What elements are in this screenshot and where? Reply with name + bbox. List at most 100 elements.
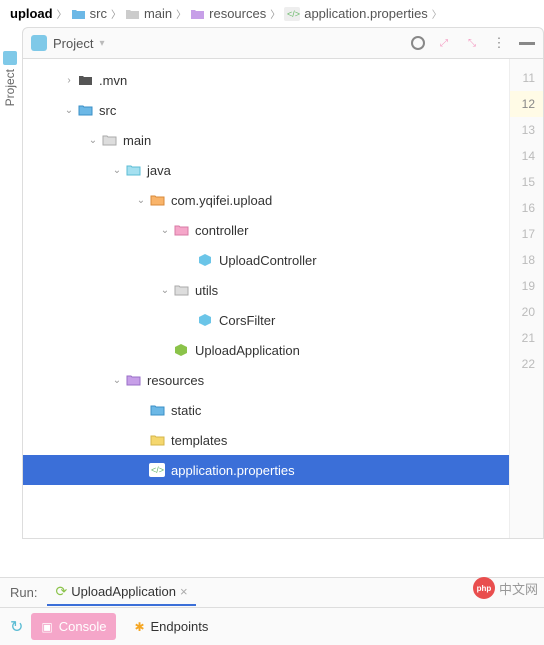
project-tab-label: Project [3, 69, 17, 106]
chevron-down-icon[interactable]: ▾ [99, 38, 104, 49]
line-number: 14 [510, 143, 543, 169]
breadcrumb-root[interactable]: upload [10, 6, 53, 21]
tree-item-application-properties[interactable]: </> application.properties [23, 455, 509, 485]
target-icon[interactable] [411, 36, 425, 50]
tree-label: application.properties [171, 463, 295, 478]
project-toolbar: Project ▾ ⤢ ⤡ ⋮ [22, 27, 544, 59]
tree-item-corsfilter[interactable]: CorsFilter [23, 305, 509, 335]
folder-icon [77, 72, 93, 88]
folder-icon [77, 102, 93, 118]
tree-label: utils [195, 283, 218, 298]
tree-label: resources [147, 373, 204, 388]
run-panel: Run: ⟳ UploadApplication × [0, 577, 544, 607]
chevron-right-icon: 〉 [111, 6, 121, 21]
class-icon [197, 252, 213, 268]
folder-icon [71, 8, 86, 20]
line-number: 22 [510, 351, 543, 377]
editor-gutter[interactable]: 11 12 13 14 15 16 17 18 19 20 21 22 [509, 59, 543, 538]
expand-icon[interactable]: ⤢ [435, 34, 453, 52]
chevron-down-icon: ⌄ [87, 135, 99, 146]
console-icon: ▣ [41, 620, 52, 634]
tree-label: com.yqifei.upload [171, 193, 272, 208]
tree-label: CorsFilter [219, 313, 275, 328]
run-label: Run: [10, 585, 37, 600]
watermark-text: 中文网 [499, 579, 538, 598]
breadcrumb-item[interactable]: main [144, 6, 172, 21]
php-badge-icon: php [473, 577, 495, 599]
folder-icon [149, 402, 165, 418]
chevron-down-icon: ⌄ [135, 195, 147, 206]
class-icon [197, 312, 213, 328]
console-tab-label: Console [59, 619, 107, 634]
tree-item-java[interactable]: ⌄ java [23, 155, 509, 185]
package-icon [149, 192, 165, 208]
tree-item-utils[interactable]: ⌄ utils [23, 275, 509, 305]
tree-label: static [171, 403, 201, 418]
tree-label: controller [195, 223, 248, 238]
tree-item-main[interactable]: ⌄ main [23, 125, 509, 155]
endpoints-tab[interactable]: ✱ Endpoints [124, 613, 218, 640]
package-icon [173, 222, 189, 238]
console-tab[interactable]: ▣ Console [31, 613, 116, 640]
tree-item-templates[interactable]: templates [23, 425, 509, 455]
project-view-icon[interactable] [31, 35, 47, 51]
tree-label: main [123, 133, 151, 148]
chevron-down-icon: ⌄ [159, 285, 171, 296]
chevron-down-icon: ⌄ [111, 165, 123, 176]
tree-label: UploadApplication [195, 343, 300, 358]
chevron-right-icon: 〉 [432, 6, 442, 21]
minimize-icon[interactable] [519, 42, 535, 45]
project-vertical-tab[interactable]: Project [0, 45, 20, 115]
properties-file-icon: </> [149, 462, 165, 478]
project-view-selector[interactable]: Project [53, 36, 93, 51]
line-number: 12 [510, 91, 543, 117]
bottom-tabs: ↻ ▣ Console ✱ Endpoints [0, 607, 544, 645]
project-tab-icon [3, 51, 17, 65]
watermark: php 中文网 [473, 577, 538, 599]
tree-item-resources[interactable]: ⌄ resources [23, 365, 509, 395]
chevron-right-icon: 〉 [57, 6, 67, 21]
folder-icon [125, 162, 141, 178]
line-number: 13 [510, 117, 543, 143]
chevron-right-icon: 〉 [176, 6, 186, 21]
tree-label: src [99, 103, 116, 118]
line-number: 17 [510, 221, 543, 247]
breadcrumb-item[interactable]: application.properties [304, 6, 428, 21]
folder-icon [190, 8, 205, 20]
line-number: 19 [510, 273, 543, 299]
endpoints-icon: ✱ [134, 620, 144, 634]
chevron-right-icon: › [63, 75, 75, 86]
chevron-down-icon: ⌄ [159, 225, 171, 236]
tree-item-mvn[interactable]: › .mvn [23, 65, 509, 95]
tree-label: java [147, 163, 171, 178]
svg-text:</>: </> [151, 465, 164, 475]
project-tree[interactable]: › .mvn ⌄ src ⌄ main ⌄ java ⌄ com.yqifei.… [23, 59, 509, 538]
endpoints-tab-label: Endpoints [151, 619, 209, 634]
tree-item-static[interactable]: static [23, 395, 509, 425]
svg-text:</>: </> [287, 9, 300, 19]
breadcrumb-item[interactable]: src [90, 6, 107, 21]
package-icon [173, 282, 189, 298]
resources-folder-icon [125, 372, 141, 388]
chevron-down-icon: ⌄ [111, 375, 123, 386]
more-options-icon[interactable]: ⋮ [491, 34, 509, 52]
spring-run-icon: ⟳ [55, 583, 67, 600]
line-number: 18 [510, 247, 543, 273]
rerun-icon[interactable]: ↻ [10, 617, 23, 637]
tree-item-controller[interactable]: ⌄ controller [23, 215, 509, 245]
tree-item-src[interactable]: ⌄ src [23, 95, 509, 125]
tree-item-uploadcontroller[interactable]: UploadController [23, 245, 509, 275]
breadcrumb-item[interactable]: resources [209, 6, 266, 21]
properties-file-icon: </> [284, 7, 300, 21]
breadcrumb: upload 〉 src 〉 main 〉 resources 〉 </> ap… [0, 0, 544, 27]
collapse-icon[interactable]: ⤡ [463, 34, 481, 52]
chevron-right-icon: 〉 [270, 6, 280, 21]
line-number: 15 [510, 169, 543, 195]
close-icon[interactable]: × [180, 584, 188, 599]
run-tab[interactable]: ⟳ UploadApplication × [47, 579, 195, 606]
main-area: › .mvn ⌄ src ⌄ main ⌄ java ⌄ com.yqifei.… [22, 59, 544, 539]
tree-item-package[interactable]: ⌄ com.yqifei.upload [23, 185, 509, 215]
tree-label: templates [171, 433, 227, 448]
line-number: 11 [510, 65, 543, 91]
tree-item-uploadapplication[interactable]: UploadApplication [23, 335, 509, 365]
